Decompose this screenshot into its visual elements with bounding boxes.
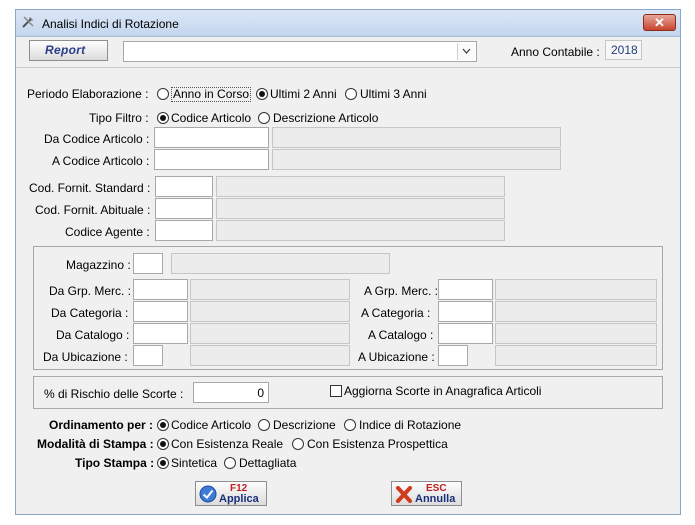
- da-catalogo-label: Da Catalogo :: [56, 328, 130, 342]
- dropdown-button[interactable]: [457, 43, 475, 60]
- da-catalogo-descr: [190, 323, 350, 344]
- da-grp-merc-label: Da Grp. Merc. :: [49, 284, 132, 298]
- tools-icon: [22, 16, 34, 28]
- a-catalogo-label: A Catalogo :: [368, 328, 434, 342]
- radio-esistenza-reale[interactable]: [157, 438, 169, 450]
- radio-ord-descrizione-label[interactable]: Descrizione: [273, 418, 336, 432]
- fornit-standard-label: Cod. Fornit. Standard :: [29, 181, 151, 195]
- radio-ord-indice-rotazione[interactable]: [344, 419, 356, 431]
- a-codice-articolo-descr: [272, 149, 561, 170]
- annulla-button[interactable]: ESC Annulla: [391, 481, 462, 506]
- a-catalogo-descr: [495, 323, 657, 344]
- applica-button[interactable]: F12 Applica: [195, 481, 267, 506]
- da-categoria-descr: [190, 301, 350, 322]
- title-bar[interactable]: Analisi Indici di Rotazione ✕: [16, 10, 680, 37]
- codice-agente-descr: [216, 220, 505, 241]
- magazzino-input[interactable]: [133, 253, 163, 274]
- window-title: Analisi Indici di Rotazione: [42, 17, 179, 31]
- da-grp-merc-input[interactable]: [133, 279, 188, 300]
- radio-ultimi-2-anni-label[interactable]: Ultimi 2 Anni: [270, 87, 337, 101]
- da-categoria-input[interactable]: [133, 301, 188, 322]
- radio-esistenza-prospettica[interactable]: [292, 438, 304, 450]
- a-categoria-descr: [495, 301, 657, 322]
- toolbar-divider: [16, 67, 680, 68]
- check-icon: [199, 485, 217, 503]
- radio-sintetica-label[interactable]: Sintetica: [171, 456, 217, 470]
- radio-ultimi-3-anni[interactable]: [345, 88, 357, 100]
- radio-anno-in-corso[interactable]: [157, 88, 169, 100]
- a-grp-merc-descr: [495, 279, 657, 300]
- aggiorna-scorte-checkbox[interactable]: [330, 385, 342, 397]
- radio-ord-codice-articolo[interactable]: [157, 419, 169, 431]
- rischio-value: 0: [257, 386, 264, 400]
- a-ubicazione-descr: [495, 345, 657, 366]
- close-icon: ✕: [654, 15, 665, 30]
- chevron-down-icon: [462, 48, 471, 54]
- radio-descrizione-articolo-label[interactable]: Descrizione Articolo: [273, 111, 378, 125]
- da-codice-articolo-input[interactable]: [154, 127, 269, 148]
- a-categoria-input[interactable]: [438, 301, 493, 322]
- radio-ord-indice-rotazione-label[interactable]: Indice di Rotazione: [359, 418, 461, 432]
- fornit-abituale-input[interactable]: [155, 198, 213, 219]
- radio-dettagliata-label[interactable]: Dettagliata: [239, 456, 296, 470]
- annulla-label: Annulla: [415, 493, 456, 505]
- ordinamento-label: Ordinamento per :: [49, 418, 154, 432]
- fornit-standard-descr: [216, 176, 505, 197]
- report-button[interactable]: Report: [29, 40, 108, 61]
- tipo-stampa-label: Tipo Stampa :: [75, 456, 155, 470]
- a-codice-articolo-input[interactable]: [154, 149, 269, 170]
- radio-codice-articolo[interactable]: [157, 112, 169, 124]
- rischio-label: % di Rischio delle Scorte :: [44, 387, 184, 401]
- report-button-label: Report: [45, 43, 86, 57]
- rischio-input[interactable]: 0: [193, 382, 269, 403]
- anno-contabile-field: 2018: [605, 40, 642, 60]
- fornit-standard-input[interactable]: [155, 176, 213, 197]
- a-ubicazione-input[interactable]: [438, 345, 468, 366]
- tipo-filtro-label: Tipo Filtro :: [89, 111, 149, 125]
- magazzino-descr: [171, 253, 390, 274]
- radio-sintetica[interactable]: [157, 457, 169, 469]
- periodo-label: Periodo Elaborazione :: [27, 87, 149, 101]
- report-select[interactable]: [123, 41, 477, 62]
- da-catalogo-input[interactable]: [133, 323, 188, 344]
- a-ubicazione-label: A Ubicazione :: [358, 350, 435, 364]
- radio-esistenza-prospettica-label[interactable]: Con Esistenza Prospettica: [307, 437, 448, 451]
- radio-anno-in-corso-label[interactable]: Anno in Corso: [171, 87, 252, 102]
- radio-descrizione-articolo[interactable]: [258, 112, 270, 124]
- da-grp-merc-descr: [190, 279, 350, 300]
- da-ubicazione-label: Da Ubicazione :: [43, 350, 128, 364]
- codice-agente-input[interactable]: [155, 220, 213, 241]
- close-button[interactable]: ✕: [643, 14, 676, 31]
- a-categoria-label: A Categoria :: [361, 306, 431, 320]
- radio-dettagliata[interactable]: [224, 457, 236, 469]
- modalita-label: Modalità di Stampa :: [37, 437, 154, 451]
- a-codice-articolo-label: A Codice Articolo :: [52, 154, 150, 168]
- fornit-abituale-label: Cod. Fornit. Abituale :: [35, 203, 151, 217]
- anno-contabile-label: Anno Contabile :: [511, 45, 600, 59]
- a-catalogo-input[interactable]: [438, 323, 493, 344]
- fornit-abituale-descr: [216, 198, 505, 219]
- da-categoria-label: Da Categoria :: [51, 306, 129, 320]
- a-grp-merc-label: A Grp. Merc. :: [364, 284, 439, 298]
- da-ubicazione-input[interactable]: [133, 345, 163, 366]
- radio-ord-descrizione[interactable]: [258, 419, 270, 431]
- radio-codice-articolo-label[interactable]: Codice Articolo: [171, 111, 251, 125]
- radio-esistenza-reale-label[interactable]: Con Esistenza Reale: [171, 437, 283, 451]
- radio-ultimi-3-anni-label[interactable]: Ultimi 3 Anni: [360, 87, 427, 101]
- da-ubicazione-descr: [190, 345, 350, 366]
- anno-contabile-value: 2018: [611, 43, 638, 57]
- close-icon: [396, 486, 412, 503]
- codice-agente-label: Codice Agente :: [65, 225, 150, 239]
- radio-ord-codice-articolo-label[interactable]: Codice Articolo: [171, 418, 251, 432]
- magazzino-label: Magazzino :: [66, 258, 131, 272]
- aggiorna-scorte-label[interactable]: Aggiorna Scorte in Anagrafica Articoli: [344, 384, 541, 398]
- a-grp-merc-input[interactable]: [438, 279, 493, 300]
- radio-ultimi-2-anni[interactable]: [256, 88, 268, 100]
- da-codice-articolo-label: Da Codice Articolo :: [44, 132, 150, 146]
- da-codice-articolo-descr: [272, 127, 561, 148]
- applica-label: Applica: [219, 493, 259, 505]
